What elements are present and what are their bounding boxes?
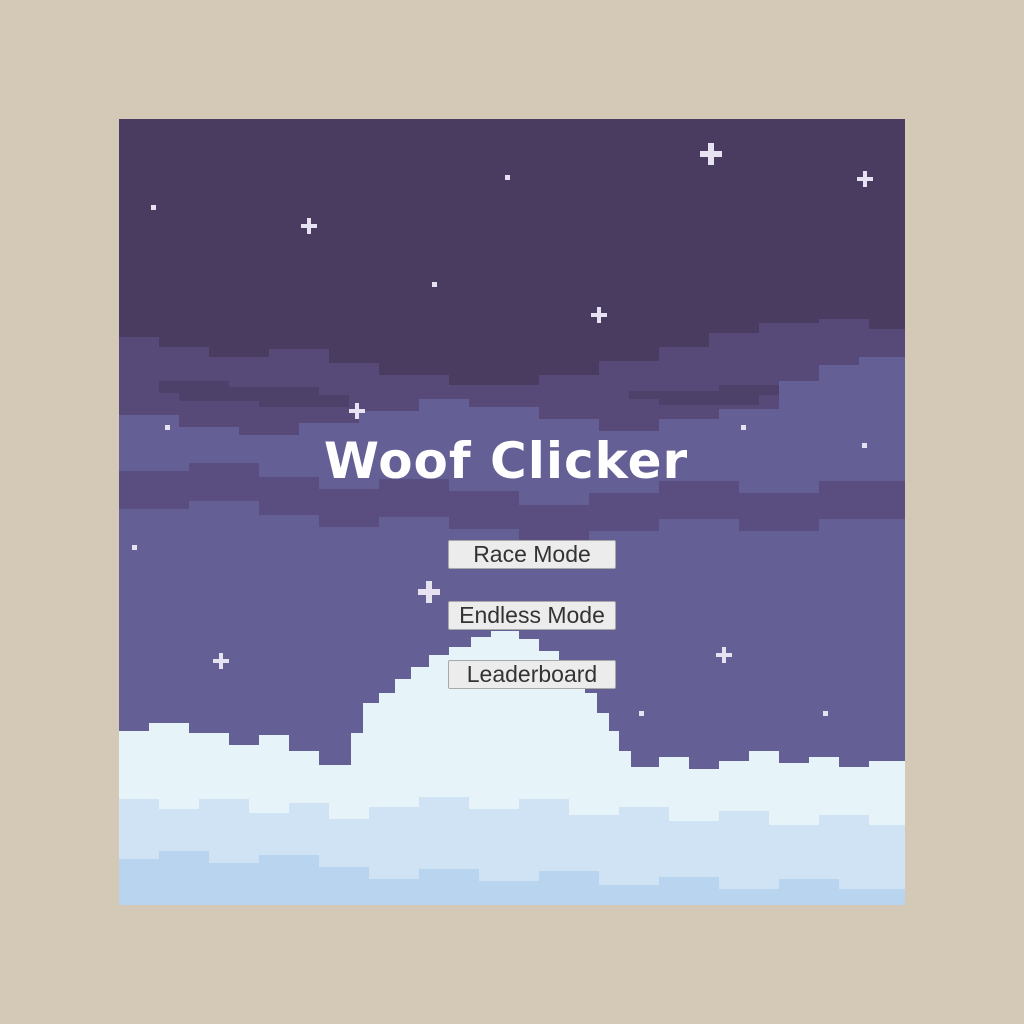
night-sky-background [119, 119, 905, 905]
star-dot [165, 425, 170, 430]
game-viewport: Woof Clicker Race Mode Endless Mode Lead… [119, 119, 905, 905]
star-dot [132, 545, 137, 550]
leaderboard-button[interactable]: Leaderboard [448, 660, 616, 689]
star-dot [505, 175, 510, 180]
star-dot [741, 425, 746, 430]
endless-mode-button[interactable]: Endless Mode [448, 601, 616, 630]
star-dot [823, 711, 828, 716]
race-mode-button[interactable]: Race Mode [448, 540, 616, 569]
page-background: Woof Clicker Race Mode Endless Mode Lead… [0, 0, 1024, 1024]
star-dot [151, 205, 156, 210]
star-dot [639, 711, 644, 716]
game-title: Woof Clicker [323, 432, 689, 490]
star-dot [432, 282, 437, 287]
